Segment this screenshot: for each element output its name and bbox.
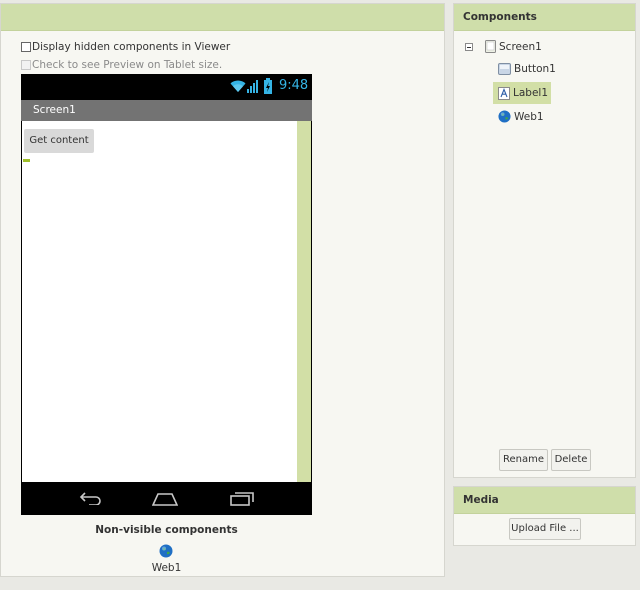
viewer-panel: Display hidden components in Viewer Chec… — [0, 3, 445, 577]
delete-button[interactable]: Delete — [551, 449, 591, 471]
show-hidden-components-option[interactable]: Display hidden components in Viewer — [21, 41, 230, 53]
tree-collapse-toggle[interactable] — [465, 43, 473, 51]
label1-marker[interactable] — [23, 159, 30, 162]
nav-bar — [21, 482, 312, 515]
recents-icon — [230, 492, 254, 506]
tablet-preview-label: Check to see Preview on Tablet size. — [32, 59, 223, 71]
upload-file-button[interactable]: Upload File ... — [509, 518, 581, 540]
tree-label-web1: Web1 — [514, 110, 544, 123]
battery-icon — [264, 78, 272, 94]
status-clock: 9:48 — [279, 78, 309, 93]
tree-item-web1[interactable]: Web1 — [498, 110, 544, 123]
screen-title-bar: Screen1 — [21, 100, 312, 121]
screen-scroll-strip — [297, 121, 311, 482]
screen-content[interactable]: Get content — [22, 121, 311, 482]
signal-icon — [247, 80, 258, 93]
back-icon — [79, 492, 101, 505]
tree-label-label1: Label1 — [513, 87, 549, 99]
rename-button[interactable]: Rename — [499, 449, 548, 471]
tree-label-button1: Button1 — [514, 63, 556, 75]
show-hidden-checkbox[interactable] — [21, 42, 31, 52]
media-panel: Media Upload File ... — [453, 486, 636, 546]
label-icon — [498, 86, 510, 100]
tablet-preview-option[interactable]: Check to see Preview on Tablet size. — [21, 59, 222, 71]
web-globe-icon — [498, 110, 511, 123]
tablet-preview-checkbox[interactable] — [21, 60, 31, 70]
media-title: Media — [454, 487, 635, 514]
web-globe-icon[interactable] — [159, 544, 173, 558]
phone-mockup: 9:48 Screen1 Get content — [21, 74, 312, 515]
screen-icon — [485, 40, 496, 53]
tree-item-screen1[interactable]: Screen1 — [485, 40, 542, 53]
button-icon — [498, 63, 511, 75]
wifi-icon — [230, 80, 246, 92]
components-panel: Components Screen1 Button1 Label1 Web1 R… — [453, 3, 636, 478]
home-icon — [152, 493, 178, 506]
get-content-button[interactable]: Get content — [24, 129, 94, 153]
components-title: Components — [454, 4, 635, 31]
nonvisible-web1-label[interactable]: Web1 — [21, 562, 312, 574]
status-bar: 9:48 — [21, 74, 312, 100]
show-hidden-label: Display hidden components in Viewer — [32, 41, 231, 53]
viewer-header — [1, 4, 444, 31]
nonvisible-title: Non-visible components — [95, 524, 238, 536]
tree-item-button1[interactable]: Button1 — [498, 63, 556, 75]
tree-label-screen1: Screen1 — [499, 40, 542, 53]
tree-item-label1[interactable]: Label1 — [493, 82, 552, 104]
